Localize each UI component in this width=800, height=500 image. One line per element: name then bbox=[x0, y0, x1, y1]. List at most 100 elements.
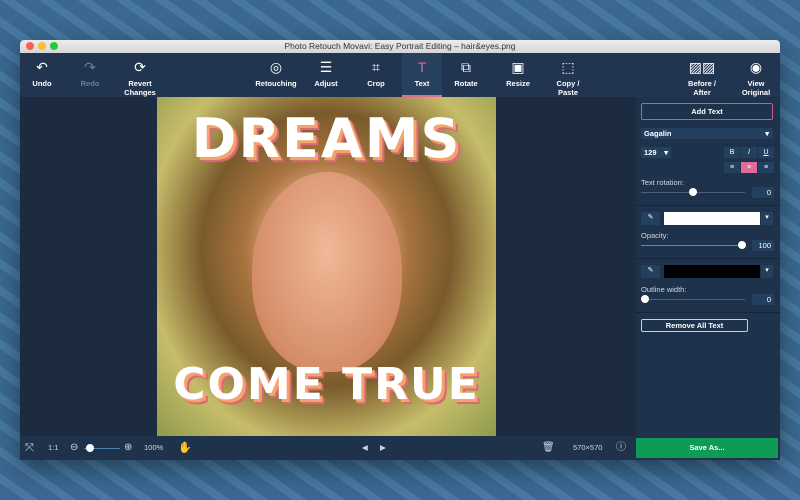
align-right-icon: ≡ bbox=[763, 164, 769, 171]
tab-label: Rotate bbox=[454, 79, 478, 88]
undo-icon: ↶ bbox=[36, 59, 48, 75]
outline-color-swatch[interactable] bbox=[664, 265, 760, 278]
undo-label: Undo bbox=[32, 79, 52, 88]
outline-color-dropdown[interactable]: ▾ bbox=[761, 265, 773, 278]
tab-copy-paste[interactable]: ⬚ Copy / Paste bbox=[548, 53, 588, 97]
text-icon: T bbox=[417, 59, 427, 75]
resize-icon: ▣ bbox=[511, 59, 525, 75]
canvas-area[interactable]: DREAMS COME TRUE bbox=[20, 97, 636, 436]
view-original-button[interactable]: ◉ View Original bbox=[736, 53, 776, 97]
text-settings-panel: Add Text Gagalin ▾ 129 ▾ B I U ≡ ≡ ≡ Text … bbox=[636, 97, 780, 436]
slider-knob[interactable] bbox=[641, 295, 649, 303]
zoom-level: 100% bbox=[144, 443, 164, 452]
font-size-select[interactable]: 129 ▾ bbox=[641, 147, 671, 158]
next-image-icon[interactable]: ▶ bbox=[380, 436, 386, 460]
before-after-label: Before / After bbox=[688, 79, 716, 97]
chevron-down-icon: ▾ bbox=[765, 129, 769, 138]
align-center-icon: ≡ bbox=[746, 164, 752, 171]
slider-knob[interactable] bbox=[738, 241, 746, 249]
font-select[interactable]: Gagalin ▾ bbox=[641, 128, 773, 139]
divider bbox=[636, 258, 780, 259]
retouch-face-icon: ◎ bbox=[269, 59, 283, 75]
tab-label: Resize bbox=[506, 79, 530, 88]
text-color-swatch[interactable] bbox=[664, 212, 760, 225]
remove-all-text-button[interactable]: Remove All Text bbox=[641, 319, 748, 332]
minimize-button[interactable] bbox=[38, 42, 46, 50]
tab-label: Adjust bbox=[314, 79, 338, 88]
tab-retouching[interactable]: ◎ Retouching bbox=[254, 53, 298, 97]
divider bbox=[636, 312, 780, 313]
text-layer-bottom[interactable]: COME TRUE bbox=[157, 359, 496, 410]
eyedropper-icon: ✎ bbox=[647, 267, 654, 274]
revert-icon: ⟳ bbox=[134, 59, 146, 75]
align-left-button[interactable]: ≡ bbox=[724, 162, 740, 173]
save-as-button[interactable]: Save As... bbox=[636, 438, 778, 458]
window-title: Photo Retouch Movavi: Easy Portrait Edit… bbox=[284, 41, 516, 51]
hand-tool-icon[interactable]: ✋ bbox=[178, 436, 192, 460]
title-bar: Photo Retouch Movavi: Easy Portrait Edit… bbox=[20, 40, 780, 53]
close-button[interactable] bbox=[26, 42, 34, 50]
fit-screen-icon[interactable]: ⤧ bbox=[25, 436, 34, 460]
eye-icon: ◉ bbox=[749, 59, 763, 75]
text-color-dropdown[interactable]: ▾ bbox=[761, 212, 773, 225]
chevron-down-icon: ▾ bbox=[765, 214, 769, 221]
toolbar: ↶ Undo ↷ Redo ⟳ Revert Changes ◎ Retouching … bbox=[20, 53, 780, 97]
chevron-down-icon: ▾ bbox=[664, 148, 668, 157]
eyedropper-icon: ✎ bbox=[647, 214, 654, 221]
align-center-button[interactable]: ≡ bbox=[741, 162, 757, 173]
tab-rotate[interactable]: ⧉ Rotate bbox=[448, 53, 484, 97]
text-layer-top[interactable]: DREAMS bbox=[157, 107, 496, 170]
actual-size-button[interactable]: 1:1 bbox=[48, 436, 58, 460]
italic-button[interactable]: I bbox=[741, 147, 757, 158]
underline-button[interactable]: U bbox=[758, 147, 774, 158]
zoom-in-icon[interactable]: ⊕ bbox=[124, 436, 132, 460]
divider bbox=[636, 205, 780, 206]
zoom-slider[interactable] bbox=[84, 444, 120, 452]
tab-label: Text bbox=[414, 79, 430, 88]
tab-label: Retouching bbox=[255, 79, 297, 88]
before-after-button[interactable]: ▨▨ Before / After bbox=[682, 53, 722, 97]
undo-button[interactable]: ↶ Undo bbox=[24, 53, 60, 97]
rotation-slider[interactable] bbox=[641, 188, 745, 196]
app-window: Photo Retouch Movavi: Easy Portrait Edit… bbox=[20, 40, 780, 460]
crop-icon: ⌗ bbox=[372, 59, 380, 75]
tab-resize[interactable]: ▣ Resize bbox=[500, 53, 536, 97]
previous-image-icon[interactable]: ◀ bbox=[362, 436, 368, 460]
view-original-label: View Original bbox=[741, 79, 771, 97]
tab-label: Copy / Paste bbox=[556, 79, 580, 97]
outline-color-picker-button[interactable]: ✎ bbox=[641, 265, 660, 278]
tab-label: Crop bbox=[367, 79, 385, 88]
redo-button[interactable]: ↷ Redo bbox=[72, 53, 108, 97]
before-after-icon: ▨▨ bbox=[688, 59, 716, 75]
opacity-slider[interactable] bbox=[641, 241, 746, 249]
tab-text[interactable]: T Text bbox=[402, 53, 442, 97]
bold-button[interactable]: B bbox=[724, 147, 740, 158]
maximize-button[interactable] bbox=[50, 42, 58, 50]
add-text-button[interactable]: Add Text bbox=[641, 103, 773, 120]
outline-width-input[interactable]: 0 bbox=[752, 294, 774, 305]
slider-knob[interactable] bbox=[86, 444, 94, 452]
tab-adjust[interactable]: ☰ Adjust bbox=[308, 53, 344, 97]
info-icon[interactable]: ⓘ bbox=[616, 436, 626, 460]
text-color-picker-button[interactable]: ✎ bbox=[641, 212, 660, 225]
chevron-down-icon: ▾ bbox=[765, 267, 769, 274]
photo[interactable]: DREAMS COME TRUE bbox=[157, 97, 496, 436]
revert-changes-button[interactable]: ⟳ Revert Changes bbox=[120, 53, 160, 97]
opacity-input[interactable]: 100 bbox=[752, 240, 774, 251]
redo-icon: ↷ bbox=[84, 59, 96, 75]
copy-paste-icon: ⬚ bbox=[561, 59, 575, 75]
align-right-button[interactable]: ≡ bbox=[758, 162, 774, 173]
font-value: Gagalin bbox=[644, 129, 672, 138]
outline-width-slider[interactable] bbox=[641, 295, 745, 303]
redo-label: Redo bbox=[80, 79, 100, 88]
slider-knob[interactable] bbox=[689, 188, 697, 196]
rotation-input[interactable]: 0 bbox=[752, 187, 774, 198]
tab-crop[interactable]: ⌗ Crop bbox=[358, 53, 394, 97]
rotate-icon: ⧉ bbox=[461, 59, 471, 75]
bottom-bar: ⤧ 1:1 ⊖ ⊕ 100% ✋ ◀ ▶ 🗑 570×570 ⓘ Save As… bbox=[20, 436, 780, 460]
rotation-label: Text rotation: bbox=[641, 178, 684, 187]
sliders-icon: ☰ bbox=[319, 59, 333, 75]
delete-icon[interactable]: 🗑 bbox=[542, 436, 555, 460]
size-value: 129 bbox=[644, 148, 657, 157]
zoom-out-icon[interactable]: ⊖ bbox=[70, 436, 78, 460]
